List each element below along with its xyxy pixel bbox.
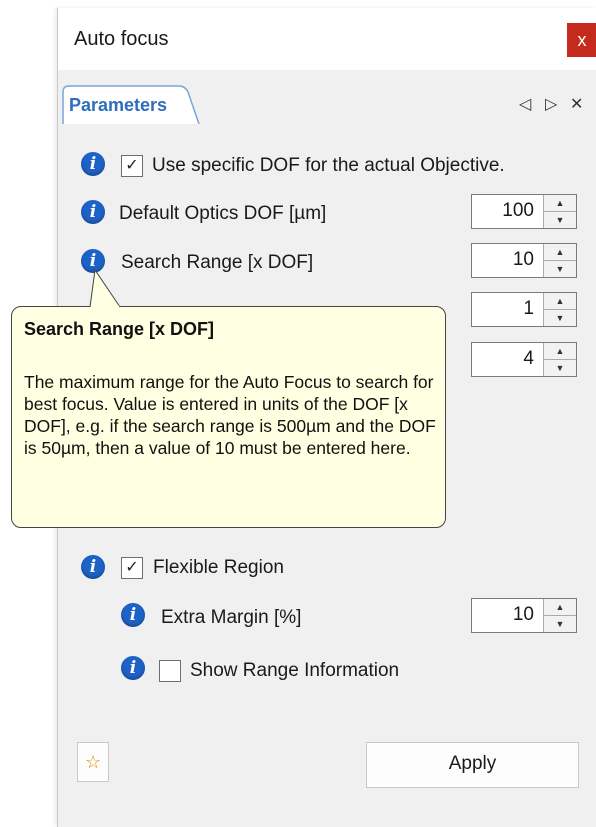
search-range-tooltip: Search Range [x DOF] The maximum range f… bbox=[11, 306, 446, 528]
spin-down-icon[interactable]: ▼ bbox=[544, 261, 576, 277]
tooltip-pointer bbox=[89, 268, 121, 308]
spin-up-icon[interactable]: ▲ bbox=[544, 244, 576, 261]
stepper-buttons: ▲ ▼ bbox=[543, 195, 576, 228]
row5-stepper[interactable]: 4 ▲ ▼ bbox=[471, 342, 577, 377]
default-dof-stepper[interactable]: 100 ▲ ▼ bbox=[471, 194, 577, 229]
tab-close-icon[interactable]: ✕ bbox=[570, 94, 583, 114]
stepper-buttons: ▲ ▼ bbox=[543, 599, 576, 632]
search-range-stepper[interactable]: 10 ▲ ▼ bbox=[471, 243, 577, 278]
tab-prev-icon[interactable]: ◁ bbox=[519, 94, 531, 114]
window-title: Auto focus bbox=[74, 28, 169, 50]
flexible-region-label: Flexible Region bbox=[153, 557, 284, 578]
tab-strip: Parameters ◁ ▷ ✕ bbox=[58, 70, 596, 125]
extra-margin-value[interactable]: 10 bbox=[513, 604, 534, 626]
extra-margin-stepper[interactable]: 10 ▲ ▼ bbox=[471, 598, 577, 633]
spin-down-icon[interactable]: ▼ bbox=[544, 212, 576, 228]
tab-next-icon[interactable]: ▷ bbox=[545, 94, 557, 114]
spin-up-icon[interactable]: ▲ bbox=[544, 293, 576, 310]
row5-value[interactable]: 4 bbox=[523, 348, 534, 370]
row4-stepper[interactable]: 1 ▲ ▼ bbox=[471, 292, 577, 327]
use-dof-label: Use specific DOF for the actual Objectiv… bbox=[152, 155, 505, 176]
spin-up-icon[interactable]: ▲ bbox=[544, 195, 576, 212]
use-dof-checkbox[interactable]: ✓ bbox=[121, 155, 143, 177]
favorite-button[interactable]: ☆ bbox=[77, 742, 109, 782]
info-icon[interactable]: i bbox=[121, 603, 145, 627]
star-icon: ☆ bbox=[85, 752, 102, 772]
search-range-value[interactable]: 10 bbox=[513, 249, 534, 271]
info-icon[interactable]: i bbox=[81, 555, 105, 579]
info-icon[interactable]: i bbox=[81, 200, 105, 224]
apply-button-label: Apply bbox=[448, 753, 497, 774]
close-window-button[interactable]: x bbox=[567, 23, 596, 57]
apply-button[interactable]: Apply bbox=[366, 742, 579, 788]
default-dof-value[interactable]: 100 bbox=[502, 200, 534, 222]
spin-down-icon[interactable]: ▼ bbox=[544, 310, 576, 326]
tooltip-title: Search Range [x DOF] bbox=[24, 319, 215, 339]
tab-parameters[interactable]: Parameters bbox=[61, 84, 201, 124]
show-range-label: Show Range Information bbox=[190, 660, 400, 681]
spin-up-icon[interactable]: ▲ bbox=[544, 343, 576, 360]
stepper-buttons: ▲ ▼ bbox=[543, 293, 576, 326]
spin-down-icon[interactable]: ▼ bbox=[544, 360, 576, 376]
info-icon[interactable]: i bbox=[121, 656, 145, 680]
stepper-buttons: ▲ ▼ bbox=[543, 343, 576, 376]
show-range-checkbox[interactable] bbox=[159, 660, 181, 682]
search-range-label: Search Range [x DOF] bbox=[121, 252, 314, 273]
spin-down-icon[interactable]: ▼ bbox=[544, 616, 576, 632]
tooltip-body: The maximum range for the Auto Focus to … bbox=[24, 372, 436, 458]
flexible-region-checkbox[interactable]: ✓ bbox=[121, 557, 143, 579]
extra-margin-label: Extra Margin [%] bbox=[161, 607, 302, 628]
spin-up-icon[interactable]: ▲ bbox=[544, 599, 576, 616]
title-bar: Auto focus x bbox=[58, 8, 596, 70]
stepper-buttons: ▲ ▼ bbox=[543, 244, 576, 277]
row4-value[interactable]: 1 bbox=[523, 298, 534, 320]
default-dof-label: Default Optics DOF [µm] bbox=[119, 203, 327, 224]
tab-parameters-label: Parameters bbox=[69, 95, 168, 115]
info-icon[interactable]: i bbox=[81, 152, 105, 176]
